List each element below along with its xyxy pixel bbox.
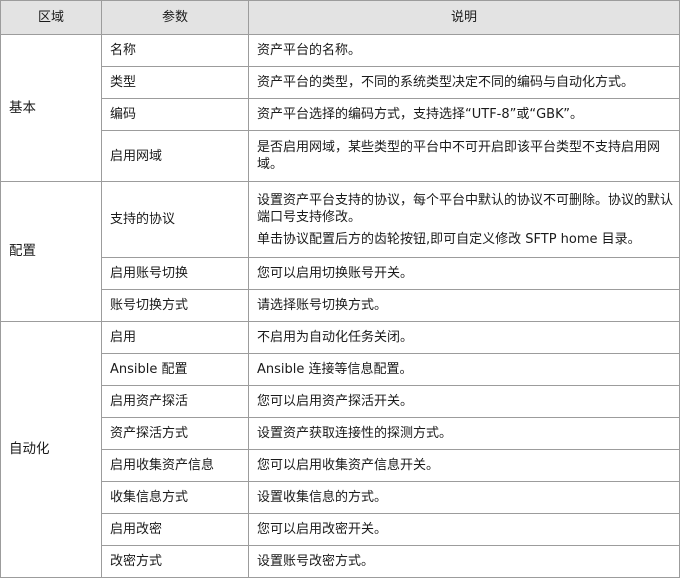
area-automation: 自动化	[0, 321, 102, 578]
table-row: 收集信息方式 设置收集信息的方式。	[1, 481, 680, 514]
desc-cell: 资产平台的名称。	[248, 34, 680, 67]
desc-cell: 资产平台选择的编码方式，支持选择“UTF-8”或“GBK”。	[248, 98, 680, 131]
desc-cell: 设置账号改密方式。	[248, 545, 680, 578]
desc-cell: 您可以启用资产探活开关。	[248, 385, 680, 418]
param-cell: 编码	[101, 98, 249, 131]
param-cell: 收集信息方式	[101, 481, 249, 514]
desc-cell: 您可以启用切换账号开关。	[248, 257, 680, 290]
table-row: 启用网域 是否启用网域，某些类型的平台中不可开启即该平台类型不支持启用网域。	[1, 130, 680, 182]
param-cell: 启用资产探活	[101, 385, 249, 418]
desc-cell: Ansible 连接等信息配置。	[248, 353, 680, 386]
desc-cell: 设置资产获取连接性的探测方式。	[248, 417, 680, 450]
desc-paragraph: 单击协议配置后方的齿轮按钮,即可自定义修改 SFTP home 目录。	[257, 231, 641, 247]
param-cell: 改密方式	[101, 545, 249, 578]
header-desc: 说明	[248, 0, 680, 35]
table-row: Ansible 配置 Ansible 连接等信息配置。	[1, 353, 680, 386]
param-cell: 账号切换方式	[101, 289, 249, 322]
param-cell: 启用收集资产信息	[101, 449, 249, 482]
desc-cell: 是否启用网域，某些类型的平台中不可开启即该平台类型不支持启用网域。	[248, 130, 680, 182]
desc-cell: 设置资产平台支持的协议，每个平台中默认的协议不可删除。协议的默认端口号支持修改。…	[248, 181, 680, 258]
table-row: 资产探活方式 设置资产获取连接性的探测方式。	[1, 417, 680, 450]
table-row: 类型 资产平台的类型，不同的系统类型决定不同的编码与自动化方式。	[1, 66, 680, 99]
desc-cell: 资产平台的类型，不同的系统类型决定不同的编码与自动化方式。	[248, 66, 680, 99]
param-cell: 启用账号切换	[101, 257, 249, 290]
table-row: 启用账号切换 您可以启用切换账号开关。	[1, 257, 680, 290]
table-header-row: 区域 参数 说明	[0, 0, 680, 35]
param-cell: Ansible 配置	[101, 353, 249, 386]
param-cell: 资产探活方式	[101, 417, 249, 450]
param-cell: 名称	[101, 34, 249, 67]
table-row: 配置 支持的协议 设置资产平台支持的协议，每个平台中默认的协议不可删除。协议的默…	[0, 181, 680, 322]
parameter-table: 区域 参数 说明 基本 名称 资产平台的名称。 类型 资产平台的类型，不同的系统…	[0, 0, 680, 578]
desc-cell: 您可以启用改密开关。	[248, 513, 680, 546]
desc-paragraph: 设置资产平台支持的协议，每个平台中默认的协议不可删除。协议的默认端口号支持修改。	[257, 192, 674, 225]
header-area: 区域	[0, 0, 102, 35]
param-cell: 启用改密	[101, 513, 249, 546]
param-cell: 启用	[101, 321, 249, 354]
table-row: 启用收集资产信息 您可以启用收集资产信息开关。	[1, 449, 680, 482]
area-basic: 基本	[0, 34, 102, 182]
table-row: 账号切换方式 请选择账号切换方式。	[1, 289, 680, 322]
desc-cell: 您可以启用收集资产信息开关。	[248, 449, 680, 482]
desc-cell: 请选择账号切换方式。	[248, 289, 680, 322]
table-row: 基本 名称 资产平台的名称。	[0, 34, 680, 182]
table-row: 编码 资产平台选择的编码方式，支持选择“UTF-8”或“GBK”。	[1, 98, 680, 131]
header-param: 参数	[101, 0, 249, 35]
area-config: 配置	[0, 181, 102, 322]
param-cell: 支持的协议	[101, 181, 249, 258]
desc-cell: 设置收集信息的方式。	[248, 481, 680, 514]
param-cell: 类型	[101, 66, 249, 99]
table-row: 自动化 启用 不启用为自动化任务关闭。	[0, 321, 680, 578]
param-cell: 启用网域	[101, 130, 249, 182]
table-row: 改密方式 设置账号改密方式。	[1, 545, 680, 578]
table-row: 启用资产探活 您可以启用资产探活开关。	[1, 385, 680, 418]
desc-cell: 不启用为自动化任务关闭。	[248, 321, 680, 354]
table-row: 启用改密 您可以启用改密开关。	[1, 513, 680, 546]
